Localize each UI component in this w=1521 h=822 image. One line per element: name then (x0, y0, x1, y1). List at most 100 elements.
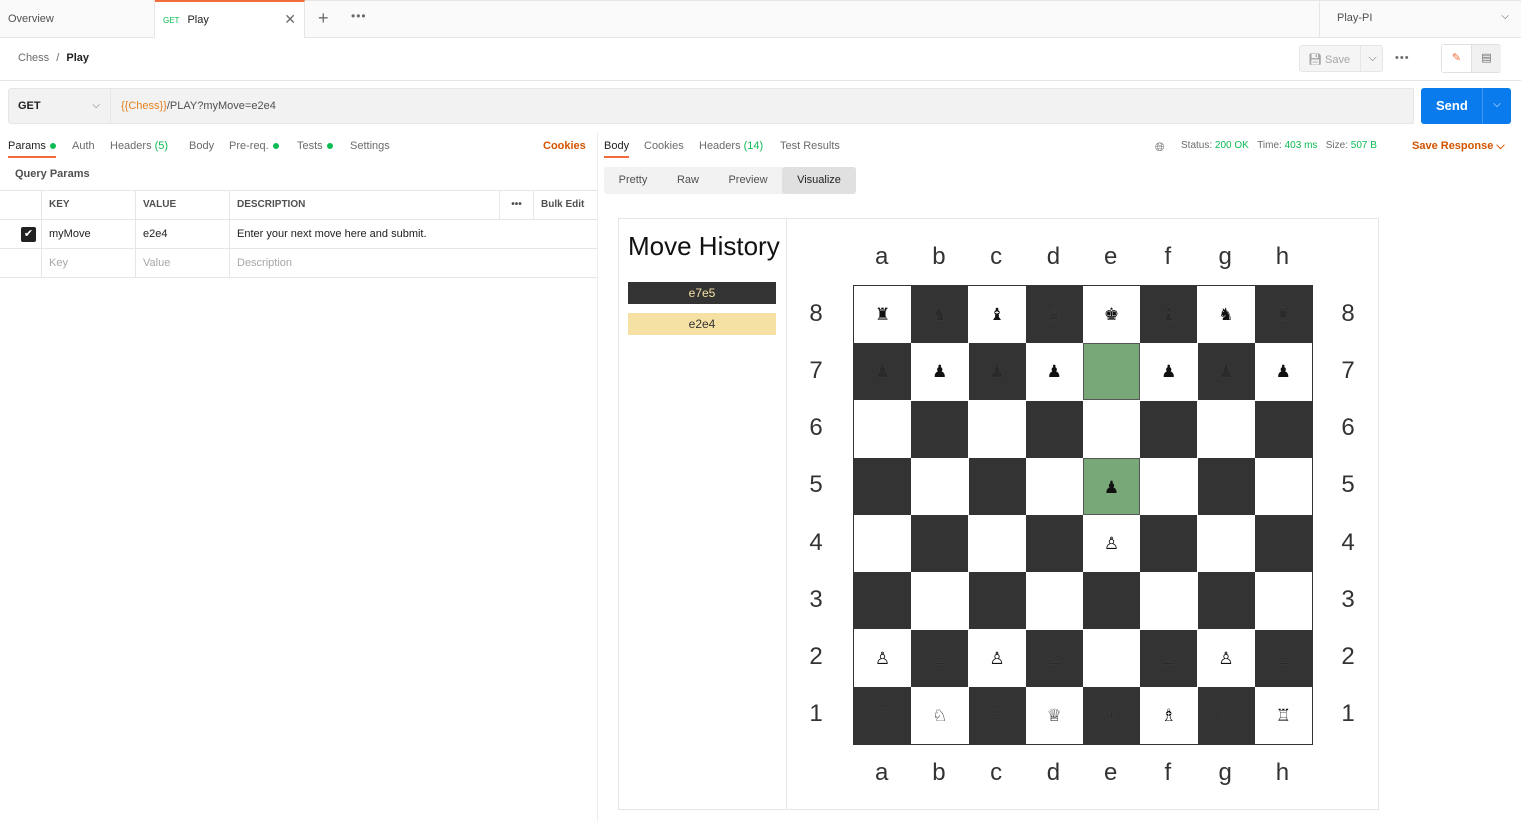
square-h4 (1254, 515, 1312, 572)
rank-label-right: 5 (1341, 471, 1355, 499)
chess-board: ♜ ♞ ♝ ♛ ♚ ♝ ♞ ♜ ♟ ♟ ♟ ♟ ♟ ♟ ♟ ♟ ♙ ♙ ♙ ♙ ♙ ♙ ♙ ♙ ♖ ♘ ♗ ♕ ♔ ♗ ♘ ♖ (853, 285, 1313, 745)
square-b7: ♟ (911, 343, 969, 401)
visualizer-panel: Move History e7e5 e2e4 aa88bb77cc66dd55e… (618, 218, 1379, 810)
square-g6 (1197, 400, 1255, 458)
row-checkbox-cell (0, 249, 42, 278)
chess-piece-icon: ♙ (1046, 648, 1062, 668)
save-label: 💾︎ Save (1308, 53, 1350, 66)
pencil-icon[interactable]: ✎ (1442, 45, 1472, 72)
square-d6 (1025, 400, 1083, 458)
url-input[interactable]: {{Chess}}/PLAY?myMove=e2e4 (111, 88, 1414, 124)
chess-piece-icon: ♘ (1218, 705, 1234, 725)
square-e8: ♚ (1083, 286, 1140, 343)
chess-piece-icon: ♖ (874, 705, 891, 725)
tab-response-headers[interactable]: Headers (14) (699, 140, 763, 152)
time-value[interactable]: 403 ms (1285, 140, 1318, 151)
tab-settings[interactable]: Settings (350, 140, 390, 152)
breadcrumb-collection[interactable]: Chess (18, 52, 49, 64)
cookies-link[interactable]: Cookies (543, 140, 586, 152)
checkbox[interactable]: ✔ (21, 227, 36, 242)
status-dot (326, 143, 333, 150)
tab-auth[interactable]: Auth (72, 140, 95, 152)
response-status: Status: 200 OK Time: 403 ms Size: 507 B (1181, 140, 1377, 151)
value-input[interactable]: Value (136, 249, 230, 278)
param-key[interactable]: myMove (42, 220, 136, 249)
square-b6 (911, 400, 969, 458)
chess-piece-icon: ♜ (1275, 305, 1291, 324)
tab-test-results[interactable]: Test Results (780, 140, 840, 152)
method-select[interactable]: GET ⌵ (8, 88, 111, 124)
chess-piece-icon: ♝ (1161, 305, 1177, 324)
square-a5 (854, 457, 911, 515)
more-tabs-icon[interactable]: ••• (351, 9, 367, 23)
chess-piece-icon: ♜ (874, 305, 891, 324)
bulk-edit-link[interactable]: Bulk Edit (534, 191, 597, 220)
tab-overview[interactable]: Overview (0, 0, 155, 37)
tab-response-body[interactable]: Body (604, 140, 630, 158)
file-label-bottom: d (1046, 759, 1061, 786)
divider (0, 80, 1521, 81)
tab-response-cookies[interactable]: Cookies (644, 140, 684, 152)
square-e7 (1083, 343, 1140, 401)
chess-piece-icon: ♟ (1218, 362, 1234, 382)
chess-piece-icon: ♞ (1218, 305, 1234, 324)
send-button[interactable]: Send ⌵ (1421, 88, 1511, 124)
chevron-down-icon[interactable]: ⌵ (1482, 88, 1511, 124)
chess-piece-icon: ♙ (1218, 648, 1234, 668)
view-tab-pretty[interactable]: Pretty (604, 167, 662, 194)
tab-prereq-label: Pre-req. (229, 140, 269, 152)
square-f1: ♗ (1140, 686, 1198, 744)
tab-params[interactable]: Params (8, 140, 56, 158)
chess-piece-icon: ♙ (989, 648, 1005, 668)
param-description[interactable]: Enter your next move here and submit. (230, 220, 597, 249)
globe-icon[interactable]: 🌐︎ (1155, 140, 1165, 155)
more-icon[interactable]: ••• (500, 191, 534, 220)
square-b5 (911, 457, 969, 515)
close-icon[interactable]: ✕ (284, 11, 296, 28)
chevron-down-icon[interactable]: ⌵ (1360, 46, 1384, 71)
more-options-icon[interactable]: ••• (1395, 52, 1410, 64)
chess-piece-icon: ♔ (1103, 705, 1120, 725)
chess-piece-icon: ♗ (1161, 705, 1177, 725)
params-table: KEY VALUE DESCRIPTION ••• Bulk Edit ✔ my… (0, 190, 597, 278)
tab-auth-label: Auth (72, 140, 95, 152)
save-response-button[interactable]: Save Response ⌵ (1412, 140, 1505, 153)
rank-label-left: 8 (809, 299, 823, 327)
square-g2: ♙ (1197, 629, 1255, 687)
square-h7: ♟ (1254, 343, 1312, 401)
tab-body[interactable]: Body (189, 140, 214, 152)
view-tab-visualize[interactable]: Visualize (782, 167, 856, 194)
tab-tests[interactable]: Tests (297, 140, 333, 152)
rank-label-right: 2 (1341, 643, 1355, 671)
size-value[interactable]: 507 B (1351, 140, 1377, 151)
description-input[interactable]: Description (230, 249, 597, 278)
environment-selector[interactable]: Play-PI ⌵ (1319, 0, 1521, 37)
tab-play-label: Play (187, 14, 209, 26)
square-a3 (854, 572, 911, 630)
tab-headers[interactable]: Headers (5) (110, 140, 168, 152)
tab-prereq[interactable]: Pre-req. (229, 140, 279, 152)
square-g8: ♞ (1197, 286, 1255, 343)
view-tab-raw[interactable]: Raw (662, 167, 714, 194)
square-f6 (1140, 400, 1198, 458)
pane-divider[interactable] (597, 132, 598, 822)
chess-piece-icon: ♟ (932, 362, 948, 382)
query-params-title: Query Params (15, 168, 90, 180)
file-label-bottom: g (1218, 759, 1232, 786)
tab-test-results-label: Test Results (780, 140, 840, 152)
status-dot (49, 143, 56, 150)
view-tab-preview[interactable]: Preview (714, 167, 782, 194)
rank-label-left: 6 (809, 414, 823, 442)
save-button[interactable]: 💾︎ Save ⌵ (1299, 45, 1383, 72)
status-value[interactable]: 200 OK (1215, 140, 1249, 151)
new-tab-plus-icon[interactable]: + (318, 8, 329, 29)
param-value[interactable]: e2e4 (136, 220, 230, 249)
tab-play[interactable]: GET Play ✕ (155, 0, 305, 38)
chess-piece-icon: ♙ (1161, 648, 1177, 668)
square-b4 (911, 515, 969, 572)
view-mode-tabs: Pretty Raw Preview Visualize (604, 167, 856, 194)
header-description: DESCRIPTION (230, 191, 500, 220)
comment-icon[interactable]: ▤ (1472, 45, 1501, 72)
key-input[interactable]: Key (42, 249, 136, 278)
square-b8: ♞ (911, 286, 969, 343)
